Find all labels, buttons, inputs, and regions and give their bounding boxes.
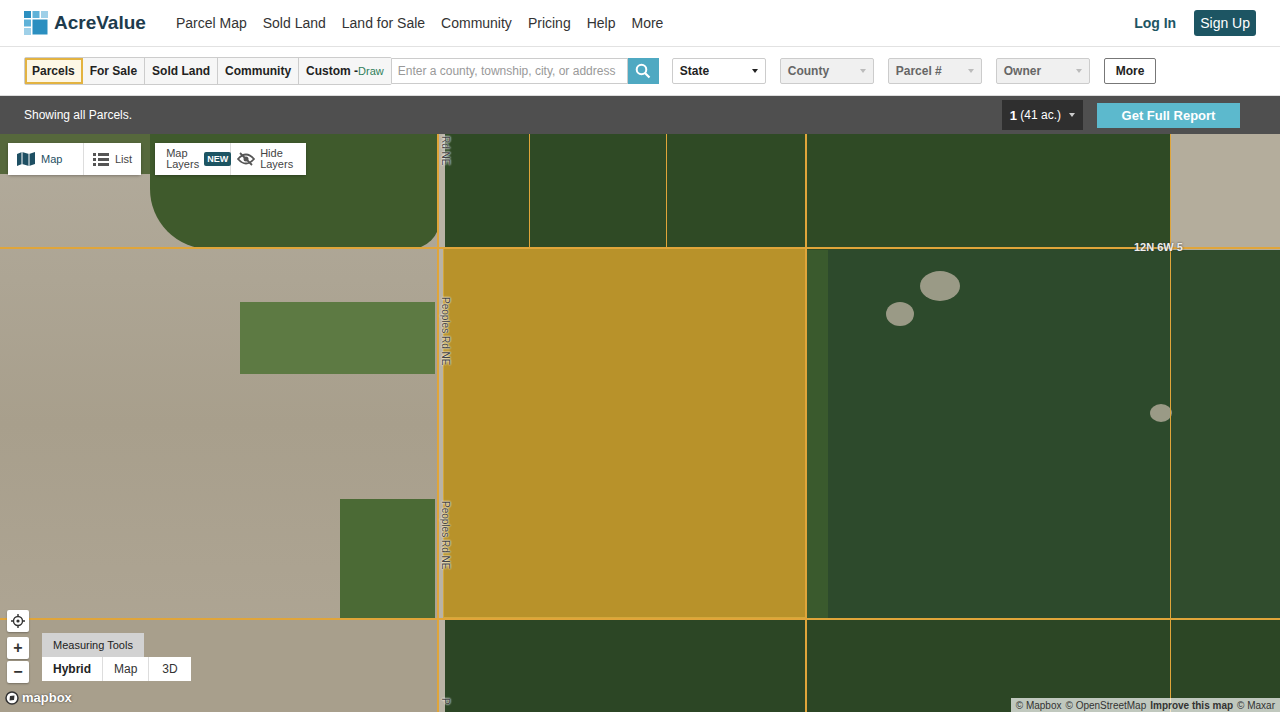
- parcel-line: [666, 134, 667, 248]
- nav-link[interactable]: Pricing: [528, 15, 571, 31]
- crop-field: [1170, 250, 1280, 620]
- parcel-line: [805, 134, 807, 712]
- mapbox-icon: [5, 691, 19, 705]
- locate-icon: [11, 614, 25, 628]
- top-nav: AcreValue Parcel Map Sold Land Land for Sal…: [0, 0, 1280, 47]
- woodland: [806, 250, 828, 620]
- parcel-line: [0, 618, 1280, 620]
- nav-link[interactable]: Help: [587, 15, 616, 31]
- farm-field: [1170, 134, 1280, 250]
- crop-field: [806, 250, 1170, 620]
- map-icon: [17, 152, 35, 166]
- search-input[interactable]: [392, 58, 628, 84]
- dropdown[interactable]: Owner: [996, 58, 1090, 84]
- caret-icon: [860, 69, 866, 73]
- caret-icon: [752, 69, 758, 73]
- nav-link[interactable]: Sold Land: [263, 15, 326, 31]
- nav-link[interactable]: Community: [441, 15, 512, 31]
- parcel-line: [437, 134, 439, 712]
- caret-icon: [1076, 69, 1082, 73]
- measuring-tools-button[interactable]: Measuring Tools: [42, 633, 144, 657]
- eye-slash-icon: [237, 152, 255, 166]
- new-badge: NEW: [204, 152, 231, 166]
- parcel-line: [0, 247, 1280, 249]
- logo-icon: [24, 11, 48, 35]
- road-label: Rd NE: [440, 136, 451, 165]
- tab[interactable]: Community: [218, 58, 299, 84]
- tabs: ParcelsFor SaleSold LandCommunityCustom …: [24, 57, 392, 85]
- grass-field: [340, 499, 435, 619]
- report-button[interactable]: Get Full Report: [1097, 103, 1240, 128]
- locate-button[interactable]: [7, 610, 29, 632]
- caret-icon: [1069, 113, 1075, 117]
- selection-dropdown[interactable]: 1 (41 ac.): [1002, 100, 1083, 130]
- section-label: 12N 6W 5: [1134, 241, 1183, 253]
- zoom-button[interactable]: +: [7, 637, 29, 659]
- dropdown[interactable]: County: [780, 58, 874, 84]
- map-style-button[interactable]: Hybrid: [42, 657, 103, 681]
- nav-link[interactable]: More: [631, 15, 663, 31]
- map-style-toggle: HybridMap3D: [42, 657, 191, 681]
- page: AcreValue Parcel Map Sold Land Land for Sal…: [0, 0, 1280, 712]
- parcel-line: [1170, 134, 1171, 712]
- zoom-button[interactable]: −: [7, 661, 29, 683]
- tab[interactable]: Custom -Draw: [299, 58, 391, 84]
- nav-link[interactable]: Parcel Map: [176, 15, 247, 31]
- parcel-line: [529, 134, 530, 248]
- mapbox-logo[interactable]: mapbox: [5, 690, 72, 705]
- field-spot: [920, 271, 960, 301]
- status-bar: Showing all Parcels. 1 (41 ac.) Get Full R…: [0, 96, 1280, 134]
- view-button[interactable]: Map: [8, 143, 84, 175]
- caret-icon: [968, 69, 974, 73]
- nav-links: Parcel Map Sold Land Land for Sale Communit…: [176, 15, 663, 31]
- road-label: Peoples Rd NE: [440, 501, 451, 569]
- zoom-controls: +−: [7, 610, 29, 683]
- attribution-link[interactable]: © Maxar: [1237, 700, 1275, 711]
- hide-layers-button[interactable]: Hide Layers: [231, 143, 306, 175]
- tab[interactable]: For Sale: [83, 58, 145, 84]
- road-label: P: [440, 698, 451, 705]
- field-spot: [886, 302, 914, 326]
- field-spot: [1150, 404, 1172, 422]
- dropdown[interactable]: Parcel #: [888, 58, 982, 84]
- tab[interactable]: Sold Land: [145, 58, 218, 84]
- filter-bar: ParcelsFor SaleSold LandCommunityCustom …: [0, 47, 1280, 96]
- view-toggle: MapList: [8, 143, 141, 175]
- layer-controls: Map LayersNEWHide Layers: [155, 143, 306, 175]
- login-link[interactable]: Log In: [1134, 15, 1176, 31]
- map[interactable]: Rd NE Peoples Rd NE Peoples Rd NE P 12N 6W 5…: [0, 134, 1280, 712]
- list-icon: [93, 153, 109, 166]
- signup-button[interactable]: Sign Up: [1194, 10, 1256, 36]
- nav-link[interactable]: Land for Sale: [342, 15, 425, 31]
- search-icon: [635, 63, 651, 79]
- status-text: Showing all Parcels.: [24, 108, 132, 122]
- grass-field: [240, 302, 435, 374]
- map-style-button[interactable]: Map: [103, 657, 149, 681]
- attribution-link[interactable]: © OpenStreetMap: [1066, 700, 1147, 711]
- map-style-button[interactable]: 3D: [149, 657, 190, 681]
- more-button[interactable]: More: [1104, 58, 1157, 84]
- tab[interactable]: Parcels: [25, 58, 83, 84]
- search-button[interactable]: [628, 58, 659, 84]
- view-button[interactable]: List: [84, 143, 141, 175]
- attribution-link[interactable]: Improve this map: [1150, 700, 1233, 711]
- search: [392, 58, 659, 84]
- map-layers-button[interactable]: Map LayersNEW: [155, 143, 231, 175]
- road-label: Peoples Rd NE: [440, 297, 451, 365]
- logo[interactable]: AcreValue: [24, 11, 146, 35]
- parcel[interactable]: [443, 248, 806, 618]
- dropdown[interactable]: State: [672, 58, 766, 84]
- attribution-link[interactable]: © Mapbox: [1016, 700, 1062, 711]
- attribution: © Mapbox © OpenStreetMapImprove this map ©…: [1011, 698, 1280, 712]
